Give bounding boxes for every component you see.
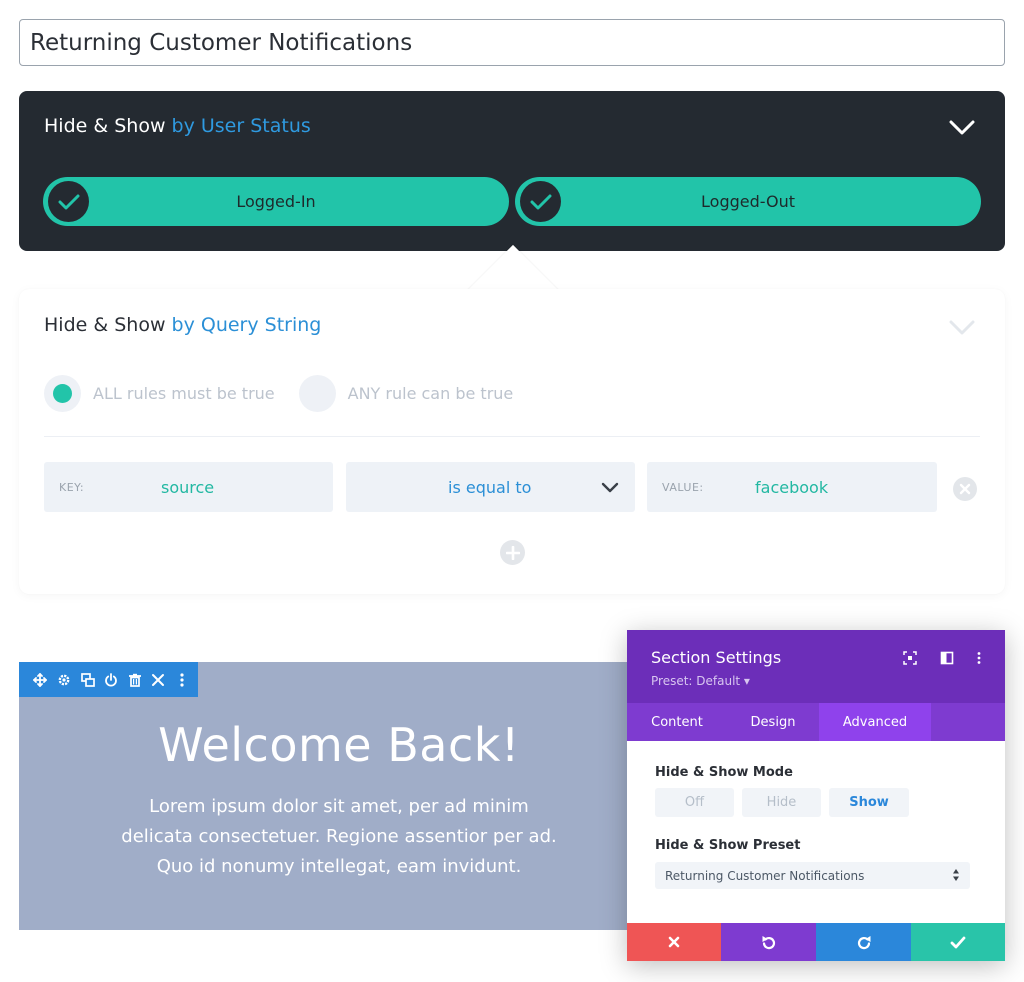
welcome-heading: Welcome Back! [158, 718, 520, 772]
mode-off-button[interactable]: Off [655, 788, 734, 817]
move-icon[interactable] [33, 672, 48, 688]
power-icon[interactable] [104, 672, 119, 688]
redo-icon [857, 936, 870, 950]
hide-show-preset-title: Hide & Show Preset [655, 838, 801, 853]
radio-button [44, 375, 81, 412]
gear-icon[interactable] [57, 672, 72, 688]
close-icon [959, 483, 971, 495]
settings-title: Section Settings [651, 648, 782, 667]
check-icon [520, 181, 561, 222]
logged-out-label: Logged-Out [701, 192, 795, 211]
radio-any-rule[interactable]: ANY rule can be true [298, 375, 513, 412]
undo-icon [762, 936, 775, 950]
close-icon[interactable] [151, 672, 166, 688]
mode-hide-button[interactable]: Hide [742, 788, 821, 817]
split-view-icon[interactable] [939, 650, 955, 666]
rule-value-field[interactable]: VALUE: facebook [647, 462, 937, 512]
collapse-query-string-button[interactable] [947, 315, 977, 341]
settings-header: Section Settings Preset: Default ▾ [627, 630, 1005, 703]
user-status-panel: Hide & Show by User Status Logged-In Log… [19, 91, 1005, 251]
check-icon [950, 936, 966, 948]
hide-show-mode-title: Hide & Show Mode [655, 765, 793, 780]
logged-out-toggle[interactable]: Logged-Out [515, 177, 981, 226]
rule-key-field[interactable]: KEY: source [44, 462, 333, 512]
settings-tabs: Content Design Advanced [627, 703, 1005, 741]
select-arrows-icon [953, 869, 959, 881]
chevron-down-icon [601, 482, 619, 492]
cancel-button[interactable] [627, 923, 721, 961]
save-button[interactable] [911, 923, 1005, 961]
more-icon[interactable] [971, 650, 987, 666]
preset-name-input[interactable] [19, 19, 1005, 66]
logged-in-toggle[interactable]: Logged-In [43, 177, 509, 226]
add-rule-button[interactable] [500, 540, 525, 565]
close-icon [668, 936, 680, 948]
fullscreen-icon[interactable] [902, 650, 918, 666]
duplicate-icon[interactable] [80, 672, 95, 688]
divider [44, 436, 980, 437]
plus-icon [505, 545, 520, 560]
welcome-body: Lorem ipsum dolor sit amet, per ad minim… [121, 796, 557, 877]
rule-key-value: source [161, 477, 215, 497]
preset-dropdown[interactable]: Preset: Default ▾ [651, 674, 750, 688]
section-toolbar [19, 662, 198, 697]
check-icon [48, 181, 89, 222]
collapse-user-status-button[interactable] [947, 115, 977, 141]
redo-button[interactable] [816, 923, 911, 961]
rule-value-value: facebook [755, 477, 829, 497]
chevron-down-icon [949, 320, 975, 335]
remove-rule-button[interactable] [953, 477, 977, 501]
tab-design[interactable]: Design [727, 703, 819, 741]
chevron-down-icon [949, 120, 975, 135]
rule-logic-radio-group: ALL rules must be true ANY rule can be t… [44, 375, 537, 412]
undo-button[interactable] [721, 923, 816, 961]
trash-icon[interactable] [127, 672, 142, 688]
logged-in-label: Logged-In [236, 192, 316, 211]
query-string-heading: Hide & Show by Query String [44, 314, 322, 336]
user-status-heading: Hide & Show by User Status [44, 115, 311, 137]
tab-content[interactable]: Content [627, 703, 727, 741]
mode-show-button[interactable]: Show [829, 788, 909, 817]
hide-show-preset-select[interactable]: Returning Customer Notifications [655, 862, 970, 889]
more-icon[interactable] [174, 672, 189, 688]
section-settings-modal: Section Settings Preset: Default ▾ Conte… [627, 630, 1005, 961]
query-string-panel: Hide & Show by Query String ALL rules mu… [19, 289, 1005, 594]
tab-advanced[interactable]: Advanced [819, 703, 931, 741]
radio-all-rules[interactable]: ALL rules must be true [44, 375, 275, 412]
radio-button [298, 375, 336, 412]
rule-operator-select[interactable]: is equal to [346, 462, 635, 512]
